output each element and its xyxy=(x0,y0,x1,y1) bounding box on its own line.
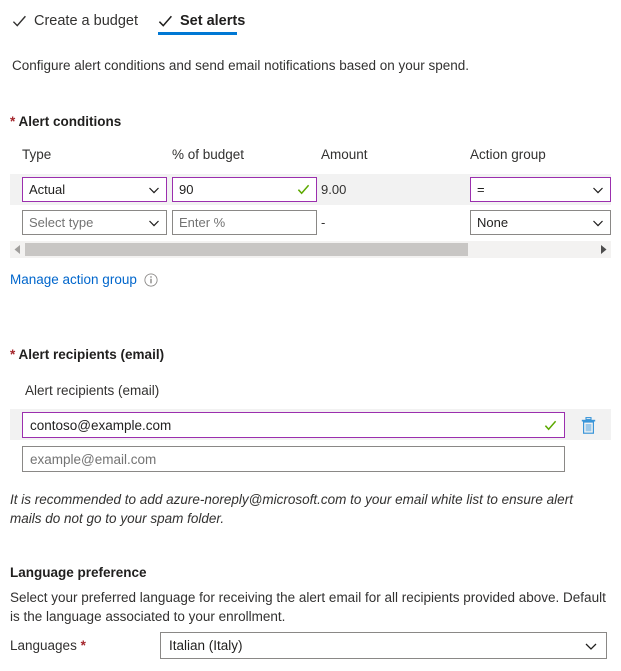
check-icon xyxy=(158,15,172,27)
chevron-down-icon xyxy=(593,187,603,193)
action-group-dropdown[interactable]: None xyxy=(470,210,611,235)
wizard-tabs: Create a budget Set alerts xyxy=(0,0,621,40)
scrollbar-thumb[interactable] xyxy=(25,243,468,256)
type-value: Actual xyxy=(29,182,66,197)
heading-text: Alert recipients (email) xyxy=(18,347,165,362)
type-dropdown[interactable]: Select type xyxy=(22,210,167,235)
column-header-action-group: Action group xyxy=(470,147,546,162)
table-horizontal-scrollbar[interactable] xyxy=(10,241,611,258)
tab-label: Create a budget xyxy=(34,13,138,29)
selected-language-value: Italian (Italy) xyxy=(169,638,243,653)
table-row: Actual 90 9.00 = xyxy=(10,174,611,205)
scrollbar-track[interactable] xyxy=(25,241,596,258)
manage-action-group-row: Manage action group xyxy=(10,272,158,287)
amount-value: 9.00 xyxy=(321,182,347,197)
chevron-down-icon xyxy=(585,643,597,650)
action-group-value: None xyxy=(477,215,509,230)
table-row: Select type Enter % - None xyxy=(10,207,611,238)
action-group-dropdown[interactable]: = xyxy=(470,177,611,202)
percent-value: Enter % xyxy=(179,215,226,230)
recipient-row: example@email.com xyxy=(10,443,611,474)
recipients-note: It is recommended to add azure-noreply@m… xyxy=(10,492,573,526)
manage-action-group-link[interactable]: Manage action group xyxy=(10,272,137,287)
table-header-row: Type % of budget Amount Action group xyxy=(10,147,611,172)
alert-recipients-field-label: Alert recipients (email) xyxy=(25,383,160,398)
recipient-email-value: example@email.com xyxy=(30,451,157,467)
languages-field-label: Languages * xyxy=(10,638,86,653)
language-preference-heading: Language preference xyxy=(10,565,147,580)
chevron-down-icon xyxy=(149,220,159,226)
check-icon xyxy=(12,15,26,27)
type-dropdown[interactable]: Actual xyxy=(22,177,167,202)
valid-check-icon xyxy=(297,184,310,195)
languages-dropdown[interactable]: Italian (Italy) xyxy=(160,632,607,659)
language-preference-description: Select your preferred language for recei… xyxy=(10,590,606,624)
column-header-percent: % of budget xyxy=(172,147,245,162)
type-value: Select type xyxy=(29,215,94,230)
trash-icon xyxy=(581,416,595,434)
recipient-email-input[interactable]: contoso@example.com xyxy=(22,412,565,438)
chevron-down-icon xyxy=(593,220,603,226)
required-asterisk: * xyxy=(80,638,86,653)
recipient-email-value: contoso@example.com xyxy=(30,417,172,433)
active-tab-underline xyxy=(158,32,237,35)
percent-value: 90 xyxy=(179,182,194,197)
tab-label: Set alerts xyxy=(180,13,246,29)
caret-left-icon xyxy=(14,245,20,254)
required-asterisk: * xyxy=(10,114,16,129)
amount-value: - xyxy=(321,215,326,230)
column-header-amount: Amount xyxy=(321,147,368,162)
required-asterisk: * xyxy=(10,347,16,362)
alert-recipients-heading: * Alert recipients (email) xyxy=(10,347,164,362)
set-alerts-page: Create a budget Set alerts Configure ale… xyxy=(0,0,621,671)
percent-of-budget-input[interactable]: Enter % xyxy=(172,210,317,235)
action-group-value: = xyxy=(477,182,485,197)
scroll-right-arrow[interactable] xyxy=(596,241,611,258)
recipient-row: contoso@example.com xyxy=(10,409,611,440)
caret-right-icon xyxy=(601,245,607,254)
alert-conditions-table: Type % of budget Amount Action group Act… xyxy=(10,147,611,238)
column-header-type: Type xyxy=(22,147,52,162)
chevron-down-icon xyxy=(149,187,159,193)
info-icon[interactable] xyxy=(144,272,158,287)
page-description: Configure alert conditions and send emai… xyxy=(12,58,470,73)
heading-text: Alert conditions xyxy=(18,114,122,129)
tab-create-a-budget[interactable]: Create a budget xyxy=(12,4,138,38)
percent-of-budget-input[interactable]: 90 xyxy=(172,177,317,202)
alert-conditions-heading: * Alert conditions xyxy=(10,114,121,129)
valid-check-icon xyxy=(544,420,557,430)
scroll-left-arrow[interactable] xyxy=(10,241,25,258)
recipient-email-input[interactable]: example@email.com xyxy=(22,446,565,472)
delete-recipient-button[interactable] xyxy=(577,414,599,436)
label-text: Languages xyxy=(10,638,77,653)
